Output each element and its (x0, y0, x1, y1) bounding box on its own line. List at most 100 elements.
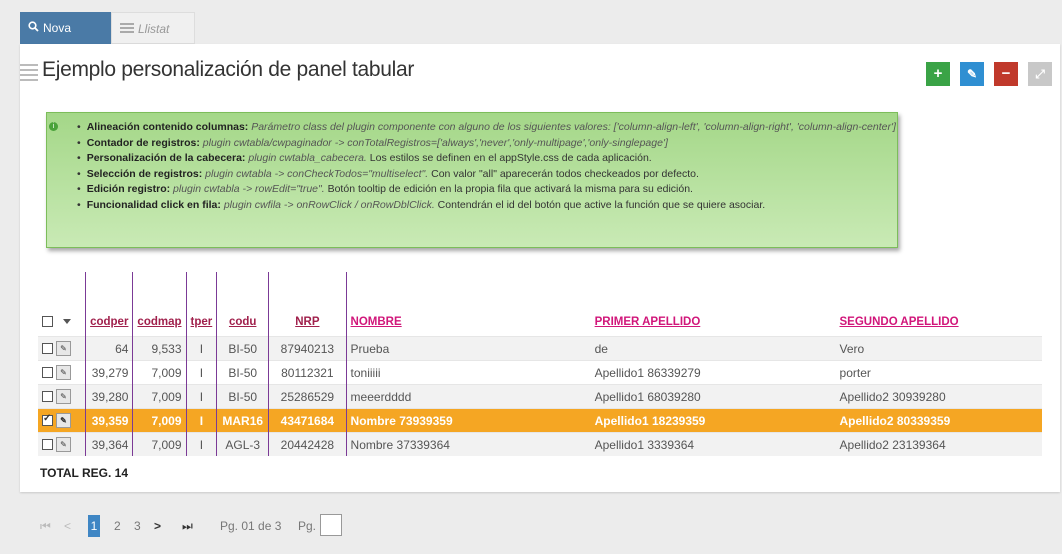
cell-ap1: Apellido1 68039280 (590, 384, 836, 409)
table-header-row: codper codmap tper codu NRP NOMBRE PRIME… (38, 272, 1042, 337)
row-edit-icon[interactable]: ✎ (56, 341, 71, 357)
cell-codmap: 7,009 (132, 384, 187, 409)
cell-ap2: Apellido2 23139364 (835, 432, 1042, 456)
row-checkbox[interactable] (42, 413, 53, 427)
select-all-header (38, 272, 86, 337)
info-item: Alineación contenido columnas: Parámetro… (77, 120, 896, 136)
col-tper[interactable]: tper (185, 272, 217, 337)
table-row-selected[interactable]: ✎ 39,359 7,009 I MAR16 43471684 Nombre 7… (38, 408, 1042, 433)
info-alert: i Alineación contenido columnas: Parámet… (46, 112, 898, 248)
col-nombre[interactable]: NOMBRE (345, 272, 591, 337)
goto-page-label: Pg. (298, 519, 317, 533)
panel-header: Ejemplo personalización de panel tabular… (20, 58, 1060, 88)
tab-llistat-label: Llistat (138, 22, 170, 36)
col-nrp[interactable]: NRP (268, 272, 347, 337)
cell-codper: 39,364 (85, 432, 133, 456)
row-select-cell: ✎ (38, 384, 86, 409)
info-item: Personalización de la cabecera: plugin c… (77, 151, 896, 167)
cell-tper: I (185, 336, 217, 361)
cell-tper: I (185, 408, 217, 433)
add-button[interactable]: + (926, 62, 950, 86)
row-edit-icon[interactable]: ✎ (56, 413, 71, 429)
cell-codmap: 7,009 (132, 360, 187, 385)
info-item: Edición registro: plugin cwtabla -> rowE… (77, 182, 896, 198)
cell-codper: 64 (85, 336, 133, 361)
cell-codu: BI-50 (216, 384, 269, 409)
cell-ap2: Apellido2 30939280 (835, 384, 1042, 409)
cell-ap2: porter (835, 360, 1042, 385)
row-select-cell: ✎ (38, 360, 86, 385)
sort-arrow-icon[interactable] (63, 319, 71, 325)
info-list: Alineación contenido columnas: Parámetro… (77, 120, 896, 214)
col-codmap[interactable]: codmap (132, 272, 187, 337)
cell-codmap: 7,009 (132, 408, 187, 433)
cell-nombre: toniiiii (345, 360, 591, 385)
total-records: TOTAL REG. 14 (40, 466, 129, 480)
table-row[interactable]: ✎ 64 9,533 I BI-50 87940213 Prueba de Ve… (38, 336, 1042, 361)
row-checkbox[interactable] (42, 391, 53, 403)
row-select-cell: ✎ (38, 408, 86, 433)
cell-ap1: Apellido1 18239359 (590, 408, 836, 433)
row-edit-icon[interactable]: ✎ (56, 389, 71, 405)
page-title: Ejemplo personalización de panel tabular (42, 58, 415, 81)
cell-codper: 39,280 (85, 384, 133, 409)
cell-codmap: 9,533 (132, 336, 187, 361)
cell-codmap: 7,009 (132, 432, 187, 456)
row-checkbox[interactable] (42, 367, 53, 379)
cell-ap1: Apellido1 3339364 (590, 432, 836, 456)
cell-tper: I (185, 384, 217, 409)
cell-nombre: meeerdddd (345, 384, 591, 409)
last-page-icon[interactable]: ⏭ (182, 514, 193, 538)
cell-ap2: Vero (835, 336, 1042, 361)
cell-nrp: 87940213 (268, 336, 347, 361)
row-select-cell: ✎ (38, 432, 86, 456)
page-1[interactable]: 1 (88, 515, 100, 537)
row-edit-icon[interactable]: ✎ (56, 365, 71, 381)
row-edit-icon[interactable]: ✎ (56, 437, 71, 453)
col-codu[interactable]: codu (216, 272, 269, 337)
col-segundo-apellido[interactable]: SEGUNDO APELLIDO (836, 272, 1042, 337)
next-page-icon[interactable]: > (154, 514, 161, 538)
first-page-icon[interactable]: ⏮ (40, 514, 51, 538)
prev-page-icon[interactable]: < (64, 514, 71, 538)
tab-nova-busca[interactable]: Nova busca (20, 12, 111, 67)
cell-ap2: Apellido2 80339359 (835, 408, 1042, 433)
table-row[interactable]: ✎ 39,280 7,009 I BI-50 25286529 meeerddd… (38, 384, 1042, 409)
delete-button[interactable]: − (994, 62, 1018, 86)
col-codper[interactable]: codper (85, 272, 133, 337)
info-item: Funcionalidad click en fila: plugin cwfi… (77, 198, 896, 214)
cell-nrp: 20442428 (268, 432, 347, 456)
cell-codu: AGL-3 (216, 432, 269, 456)
cell-ap1: de (590, 336, 836, 361)
row-checkbox[interactable] (42, 439, 53, 451)
select-all-checkbox[interactable] (42, 316, 53, 328)
info-item: Contador de registros: plugin cwtabla/cw… (77, 136, 896, 152)
page-3[interactable]: 3 (134, 514, 141, 538)
edit-button[interactable]: ✎ (960, 62, 984, 86)
cell-ap1: Apellido1 86339279 (590, 360, 836, 385)
table-row[interactable]: ✎ 39,279 7,009 I BI-50 80112321 toniiiii… (38, 360, 1042, 385)
col-primer-apellido[interactable]: PRIMER APELLIDO (591, 272, 836, 337)
page-info: Pg. 01 de 3 (220, 519, 282, 533)
list-icon (120, 13, 134, 45)
cell-codu: BI-50 (216, 360, 269, 385)
expand-button[interactable]: ⤢ (1028, 62, 1052, 86)
search-icon (28, 12, 39, 44)
row-checkbox[interactable] (42, 343, 53, 355)
cell-codu: BI-50 (216, 336, 269, 361)
list-icon (20, 64, 38, 81)
tabular-panel: Ejemplo personalización de panel tabular… (20, 44, 1060, 492)
cell-codu: MAR16 (216, 408, 269, 433)
tab-llistat[interactable]: Llistat (111, 12, 195, 44)
cell-tper: I (185, 360, 217, 385)
cell-nombre: Nombre 37339364 (345, 432, 591, 456)
cell-codper: 39,279 (85, 360, 133, 385)
row-select-cell: ✎ (38, 336, 86, 361)
cell-nombre: Nombre 73939359 (345, 408, 591, 433)
goto-page-input[interactable] (320, 514, 342, 536)
page-2[interactable]: 2 (114, 514, 121, 538)
table-row[interactable]: ✎ 39,364 7,009 I AGL-3 20442428 Nombre 3… (38, 432, 1042, 456)
cell-tper: I (185, 432, 217, 456)
data-table: codper codmap tper codu NRP NOMBRE PRIME… (38, 272, 1042, 456)
cell-nrp: 80112321 (268, 360, 347, 385)
